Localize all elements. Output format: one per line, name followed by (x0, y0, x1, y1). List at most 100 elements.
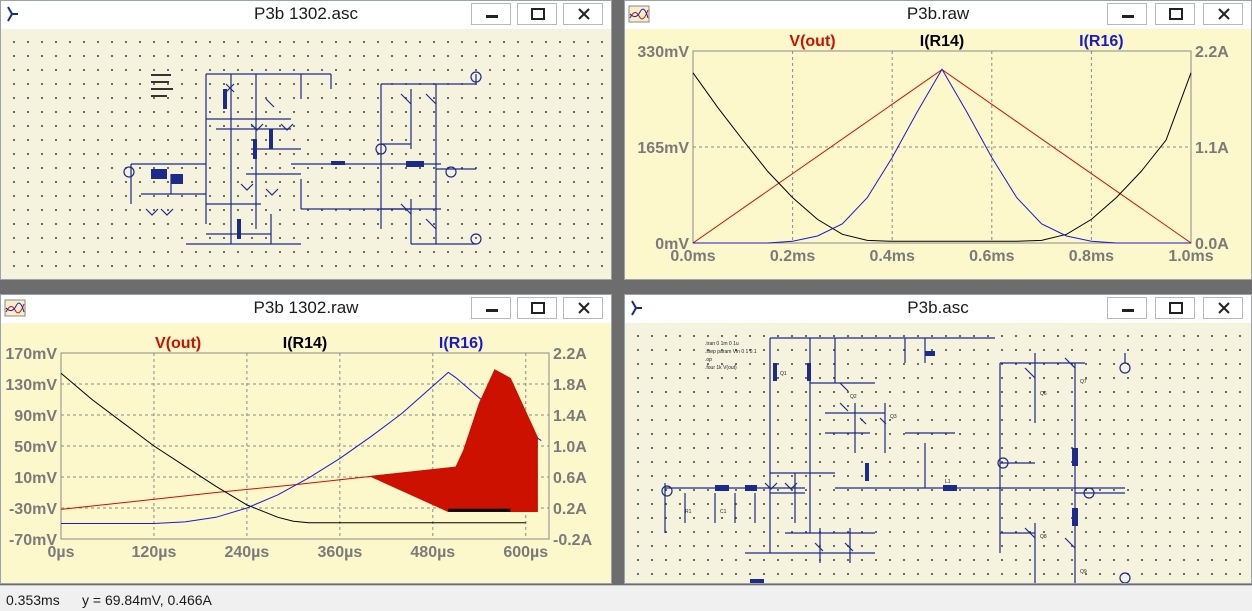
window-titlebar[interactable]: P3b.asc (625, 295, 1251, 322)
close-icon (578, 8, 590, 20)
legend-v-out-: V(out) (789, 33, 835, 50)
schematic-app-icon (631, 300, 642, 316)
y-tick-label-left: 170mV (5, 346, 57, 363)
close-icon (1218, 8, 1230, 20)
svg-text:Q9: Q9 (1080, 569, 1087, 575)
schematic-app-icon (7, 6, 18, 22)
legend-i-r14-: I(R14) (920, 33, 964, 50)
close-button[interactable] (1203, 3, 1243, 25)
y-tick-label-left: 50mV (14, 439, 57, 456)
schematic-window-bottom-right[interactable]: P3b.asc .tran 0 1m 0 1u .step param Vin … (624, 294, 1252, 584)
y-tick-label-left: 165mV (637, 140, 689, 157)
plot-area[interactable]: 0.0ms 0.2ms 0.4ms 0.6ms 0.8ms 1.0ms 0mV 165mV 33… (625, 29, 1251, 279)
svg-text:C1: C1 (720, 509, 727, 515)
close-button[interactable] (563, 297, 603, 319)
y-tick-label-right: 1.0A (553, 439, 587, 456)
svg-text:Q2: Q2 (850, 394, 857, 400)
y-tick-label-right: 2.2A (553, 346, 587, 363)
y-tick-label-right: 1.4A (553, 408, 587, 425)
maximize-button[interactable] (1155, 297, 1195, 319)
schematic-window-top-left[interactable]: P3b 1302.asc (0, 0, 612, 280)
legend-i-r14-: I(R14) (283, 335, 327, 352)
window-titlebar[interactable]: P3b.raw (625, 1, 1251, 28)
maximize-button[interactable] (517, 297, 557, 319)
maximize-icon (531, 8, 545, 20)
spice-directive: .op (705, 357, 712, 363)
minimize-icon (486, 309, 498, 312)
legend-v-out-: V(out) (155, 335, 201, 352)
y-tick-label-left: 10mV (14, 470, 57, 487)
x-tick-label: 360µs (317, 544, 362, 561)
x-tick-label: 240µs (224, 544, 269, 561)
y-tick-label-right: 1.1A (1195, 140, 1229, 157)
status-time: 0.353ms (6, 592, 60, 608)
svg-text:L1: L1 (945, 479, 951, 485)
y-tick-label-right: -0.2A (553, 532, 593, 549)
plot-window-top-right[interactable]: P3b.raw 0.0ms 0.2ms 0.4ms 0.6ms 0.8ms 1.0ms 0m… (624, 0, 1252, 280)
y-tick-label-right: 2.2A (1195, 44, 1229, 61)
plot-svg[interactable]: 0.0ms 0.2ms 0.4ms 0.6ms 0.8ms 1.0ms0mV165mV33… (625, 29, 1251, 279)
close-button[interactable] (563, 3, 603, 25)
waveform-app-icon (4, 299, 26, 317)
minimize-button[interactable] (471, 297, 511, 319)
minimize-button[interactable] (471, 3, 511, 25)
spice-directive: .tran 0 1m 0 1u (705, 341, 739, 347)
x-tick-label: 0.6ms (969, 248, 1014, 265)
x-tick-label: 0.2ms (770, 248, 815, 265)
close-button[interactable] (1203, 297, 1243, 319)
y-tick-label-right: 0.6A (553, 470, 587, 487)
svg-text:R1: R1 (685, 509, 692, 515)
y-tick-label-left: 90mV (14, 408, 57, 425)
status-bar: 0.353ms y = 69.84mV, 0.466A (0, 585, 1252, 611)
plot-svg[interactable]: 0µs 120µs 240µs 360µs 480µs 600µs-70mV-30mV10… (1, 323, 611, 583)
minimize-button[interactable] (1107, 297, 1147, 319)
maximize-icon (531, 302, 545, 314)
plot-window-bottom-left[interactable]: P3b 1302.raw 0µs 120µs 240µs 360µs 480µs 600µ… (0, 294, 612, 584)
svg-text:Q1: Q1 (780, 371, 787, 377)
legend-i-r16-: I(R16) (439, 335, 483, 352)
x-tick-label: 120µs (132, 544, 177, 561)
x-tick-label: 0.4ms (870, 248, 915, 265)
schematic-canvas[interactable] (1, 29, 611, 279)
y-tick-label-right: 0.0A (1195, 236, 1229, 253)
status-cursor-readout: y = 69.84mV, 0.466A (82, 592, 212, 608)
svg-text:Q8: Q8 (1040, 534, 1047, 540)
waveform-app-icon (628, 5, 650, 23)
schematic-canvas[interactable]: .tran 0 1m 0 1u .step param Vin 0 1 0.1 … (625, 323, 1251, 583)
y-tick-label-right: 1.8A (553, 377, 587, 394)
y-tick-label-left: 130mV (5, 377, 57, 394)
y-tick-label-left: -70mV (9, 532, 57, 549)
x-tick-label: 600µs (503, 544, 548, 561)
series-line-i-r16- (693, 68, 1191, 244)
window-titlebar[interactable]: P3b 1302.raw (1, 295, 611, 322)
window-titlebar[interactable]: P3b 1302.asc (1, 1, 611, 28)
close-icon (578, 302, 590, 314)
x-tick-label: 0.8ms (1069, 248, 1114, 265)
minimize-icon (1122, 309, 1134, 312)
maximize-icon (1169, 302, 1183, 314)
schematic-drawing (123, 71, 482, 245)
maximize-button[interactable] (517, 3, 557, 25)
maximize-icon (1169, 8, 1183, 20)
y-tick-label-left: 0mV (655, 236, 689, 253)
minimize-button[interactable] (1107, 3, 1147, 25)
y-tick-label-right: 0.2A (553, 501, 587, 518)
spice-directive: .step param Vin 0 1 0.1 (705, 349, 757, 355)
svg-text:Q3: Q3 (890, 414, 897, 420)
y-tick-label-left: 330mV (637, 44, 689, 61)
svg-text:Q6: Q6 (1040, 391, 1047, 397)
spice-directive: .four 1k V(out) (705, 365, 737, 371)
minimize-icon (1122, 15, 1134, 18)
plot-area[interactable]: 0µs 120µs 240µs 360µs 480µs 600µs -70mV -30mV 10… (1, 323, 611, 583)
series-line-i-r14- (692, 72, 1192, 242)
maximize-button[interactable] (1155, 3, 1195, 25)
close-icon (1218, 302, 1230, 314)
x-tick-label: 480µs (410, 544, 455, 561)
svg-text:Q7: Q7 (1080, 379, 1087, 385)
y-tick-label-left: -30mV (9, 501, 57, 518)
legend-i-r16-: I(R16) (1079, 33, 1123, 50)
vout-oscillation-fill (368, 369, 538, 512)
series-line-v-out- (692, 68, 1192, 244)
schematic-drawing: .tran 0 1m 0 1u .step param Vin 0 1 0.1 … (661, 337, 1131, 583)
minimize-icon (486, 15, 498, 18)
